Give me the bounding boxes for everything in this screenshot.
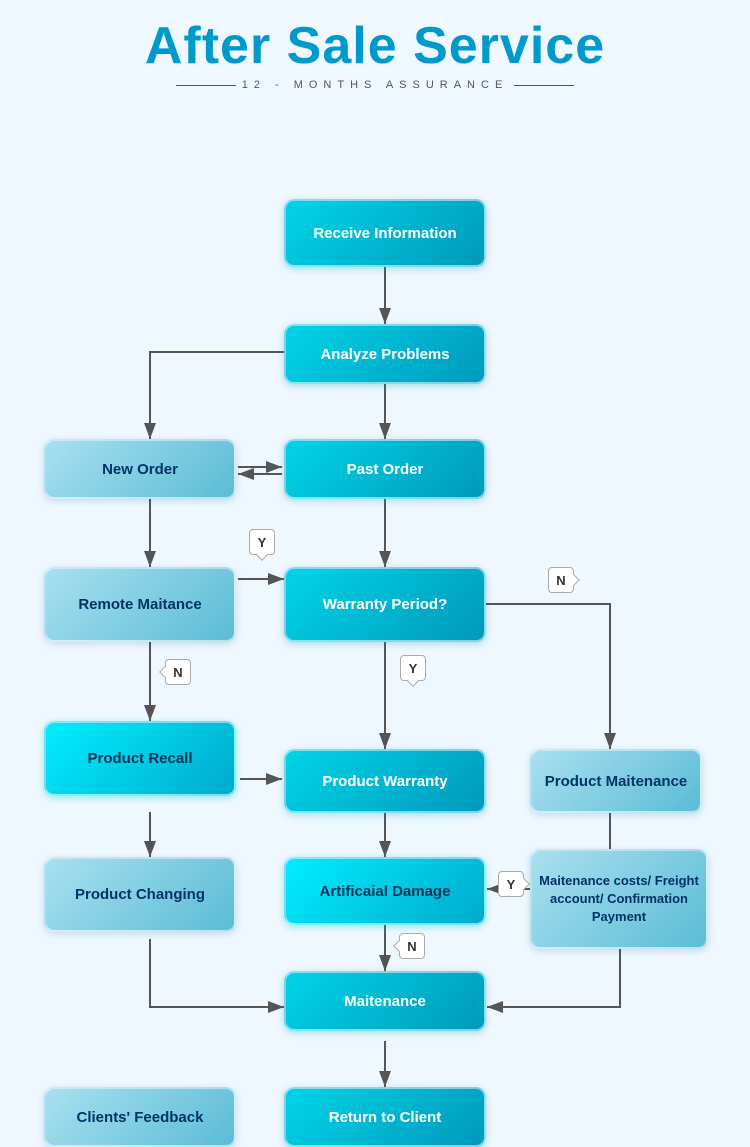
label-n-remote-product-recall: N	[165, 659, 191, 685]
label-y-artificaial-maitenance-costs: Y	[498, 871, 524, 897]
node-receive-information: Receive Information	[284, 199, 486, 267]
node-analyze-problems: Analyze Problems	[284, 324, 486, 384]
header-subtitle: 12 - MONTHS ASSURANCE	[0, 79, 750, 91]
node-remote-maitance: Remote Maitance	[44, 567, 236, 642]
node-warranty-period: Warranty Period?	[284, 567, 486, 642]
node-maitenance: Maitenance	[284, 971, 486, 1031]
node-product-changing: Product Changing	[44, 857, 236, 932]
label-y-warranty-product-warranty: Y	[400, 655, 426, 681]
header: After Sale Service 12 - MONTHS ASSURANCE	[0, 0, 750, 99]
divider-left	[176, 85, 236, 86]
label-y-new-order-warranty: Y	[249, 529, 275, 555]
node-product-maitenance: Product Maitenance	[530, 749, 702, 813]
node-clients-feedback: Clients' Feedback	[44, 1087, 236, 1147]
label-n-artificaial-maitenance: N	[399, 933, 425, 959]
divider-right	[514, 85, 574, 86]
node-return-to-client: Return to Client	[284, 1087, 486, 1147]
page-wrapper: After Sale Service 12 - MONTHS ASSURANCE	[0, 0, 750, 139]
node-maitenance-costs: Maitenance costs/ Freight account/ Confi…	[530, 849, 708, 949]
node-past-order: Past Order	[284, 439, 486, 499]
node-product-recall: Product Recall	[44, 721, 236, 796]
node-product-warranty: Product Warranty	[284, 749, 486, 813]
node-new-order: New Order	[44, 439, 236, 499]
page-title: After Sale Service	[0, 18, 750, 75]
label-n-warranty-product-maitenance: N	[548, 567, 574, 593]
node-artificaial-damage: Artificaial Damage	[284, 857, 486, 925]
